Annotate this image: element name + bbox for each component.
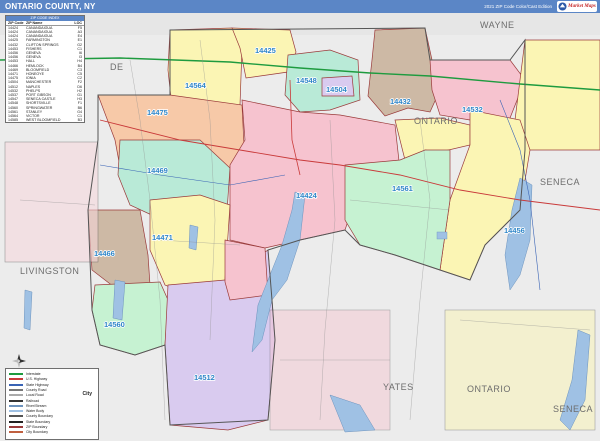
legend-item: Interstate [9,372,41,376]
zip-label-14512[interactable]: 14512 [193,372,215,382]
legend-item: County Road [9,388,46,392]
legend-swatch [9,383,23,386]
legend-swatch [9,373,23,375]
legend-swatch [9,388,23,391]
index-col-loc: LOC [74,20,82,25]
legend-item: ZIP Boundary [9,425,47,429]
zip-area-14560[interactable] [91,281,169,356]
legend-swatch [9,399,23,402]
legend-swatch [9,426,23,428]
legend-swatch [9,394,23,397]
geneva-water [436,231,448,240]
place-label-ontario-south: ONTARIO [467,384,511,394]
index-cell-zip: 14585 [8,118,18,123]
place-label-ontario: ONTARIO [414,116,458,126]
map-logo-icon [558,2,567,11]
zip-label-14432[interactable]: 14432 [389,96,411,106]
zip-label-14532[interactable]: 14532 [461,104,483,114]
zip-label-14425[interactable]: 14425 [254,45,276,55]
zip-code-index: ZIP CODE INDEX ZIP Code ZIP Name LOC 144… [5,15,85,124]
zip-label-14456[interactable]: 14456 [503,225,525,235]
legend-label: U.S. Highway [26,377,48,382]
index-row: 14585 WEST BLOOMFIELD B3 [6,118,84,122]
zip-label-14561[interactable]: 14561 [391,183,413,193]
legend-label: State Highway [26,382,49,387]
legend-label: Interstate [26,372,41,376]
place-label-livingston: LIVINGSTON [20,266,79,276]
place-label-yates: YATES [383,382,414,392]
legend-label: Local Road [26,393,44,398]
legend-label: Water Body [26,409,45,414]
map-title: ONTARIO COUNTY, NY [5,2,96,11]
legend-label: Railroad [26,398,40,403]
map-frame: ONTARIO COUNTY, NY 2021 ZIP Code Color/C… [0,0,600,441]
index-rows: 14424 CANANDAIGUA F5 14424 CANANDAIGUA A3 1442… [6,26,84,123]
legend-label: County Boundary [26,414,54,419]
zip-label-14466[interactable]: 14466 [93,248,115,258]
publisher-logo[interactable]: Market Maps [557,1,597,12]
legend-item: U.S. Highway [9,377,47,381]
legend-item: City Boundary [9,430,48,434]
index-col-zip: ZIP Code [8,20,24,25]
index-cell-name: WEST BLOOMFIELD [26,118,61,123]
zip-label-14475[interactable]: 14475 [146,107,168,117]
legend-swatch [9,410,23,413]
place-label-seneca: SENECA [540,177,580,187]
map-legend: Interstate U.S. Highway State Highway Count… [5,368,99,440]
legend-city-label: City [82,391,92,397]
legend-swatch [9,378,23,381]
inset-yates [269,309,391,431]
zip-label-14560[interactable]: 14560 [103,319,125,329]
legend-swatch [9,431,23,434]
zip-area-14424-south[interactable] [224,239,269,301]
legend-item: Local Road [9,393,44,397]
zip-label-14424[interactable]: 14424 [295,190,318,200]
zip-label-14564[interactable]: 14564 [184,80,207,90]
zip-label-14548[interactable]: 14548 [295,75,317,85]
legend-swatch [9,420,23,423]
legend-label: County Road [26,387,47,392]
legend-label: ZIP Boundary [26,425,48,429]
north-arrow-icon [12,354,26,368]
legend-item: County Boundary [9,414,53,418]
legend-label: State Boundary [26,419,51,424]
legend-item: State Highway [9,383,49,387]
legend-label: City Boundary [26,430,48,435]
zip-area-14456-north[interactable] [514,39,600,151]
legend-item: River/Stream [9,404,46,408]
place-label-wayne: WAYNE [480,20,515,30]
place-label-de: DE [110,62,124,72]
logo-text: Market Maps [568,4,596,9]
legend-item: Railroad [9,399,39,403]
zip-label-14471[interactable]: 14471 [151,232,173,242]
place-label-seneca-south: SENECA [553,404,593,414]
legend-swatch [9,415,23,418]
title-bar: ONTARIO COUNTY, NY 2021 ZIP Code Color/C… [0,0,600,13]
index-col-name: ZIP Name [26,20,43,25]
zip-label-14504[interactable]: 14504 [325,84,348,94]
zip-label-14469[interactable]: 14469 [146,165,168,175]
legend-swatch [9,404,23,407]
legend-item: Water Body [9,409,44,413]
legend-item: State Boundary [9,420,50,424]
legend-label: River/Stream [26,403,47,408]
index-cell-loc: B3 [77,118,82,123]
